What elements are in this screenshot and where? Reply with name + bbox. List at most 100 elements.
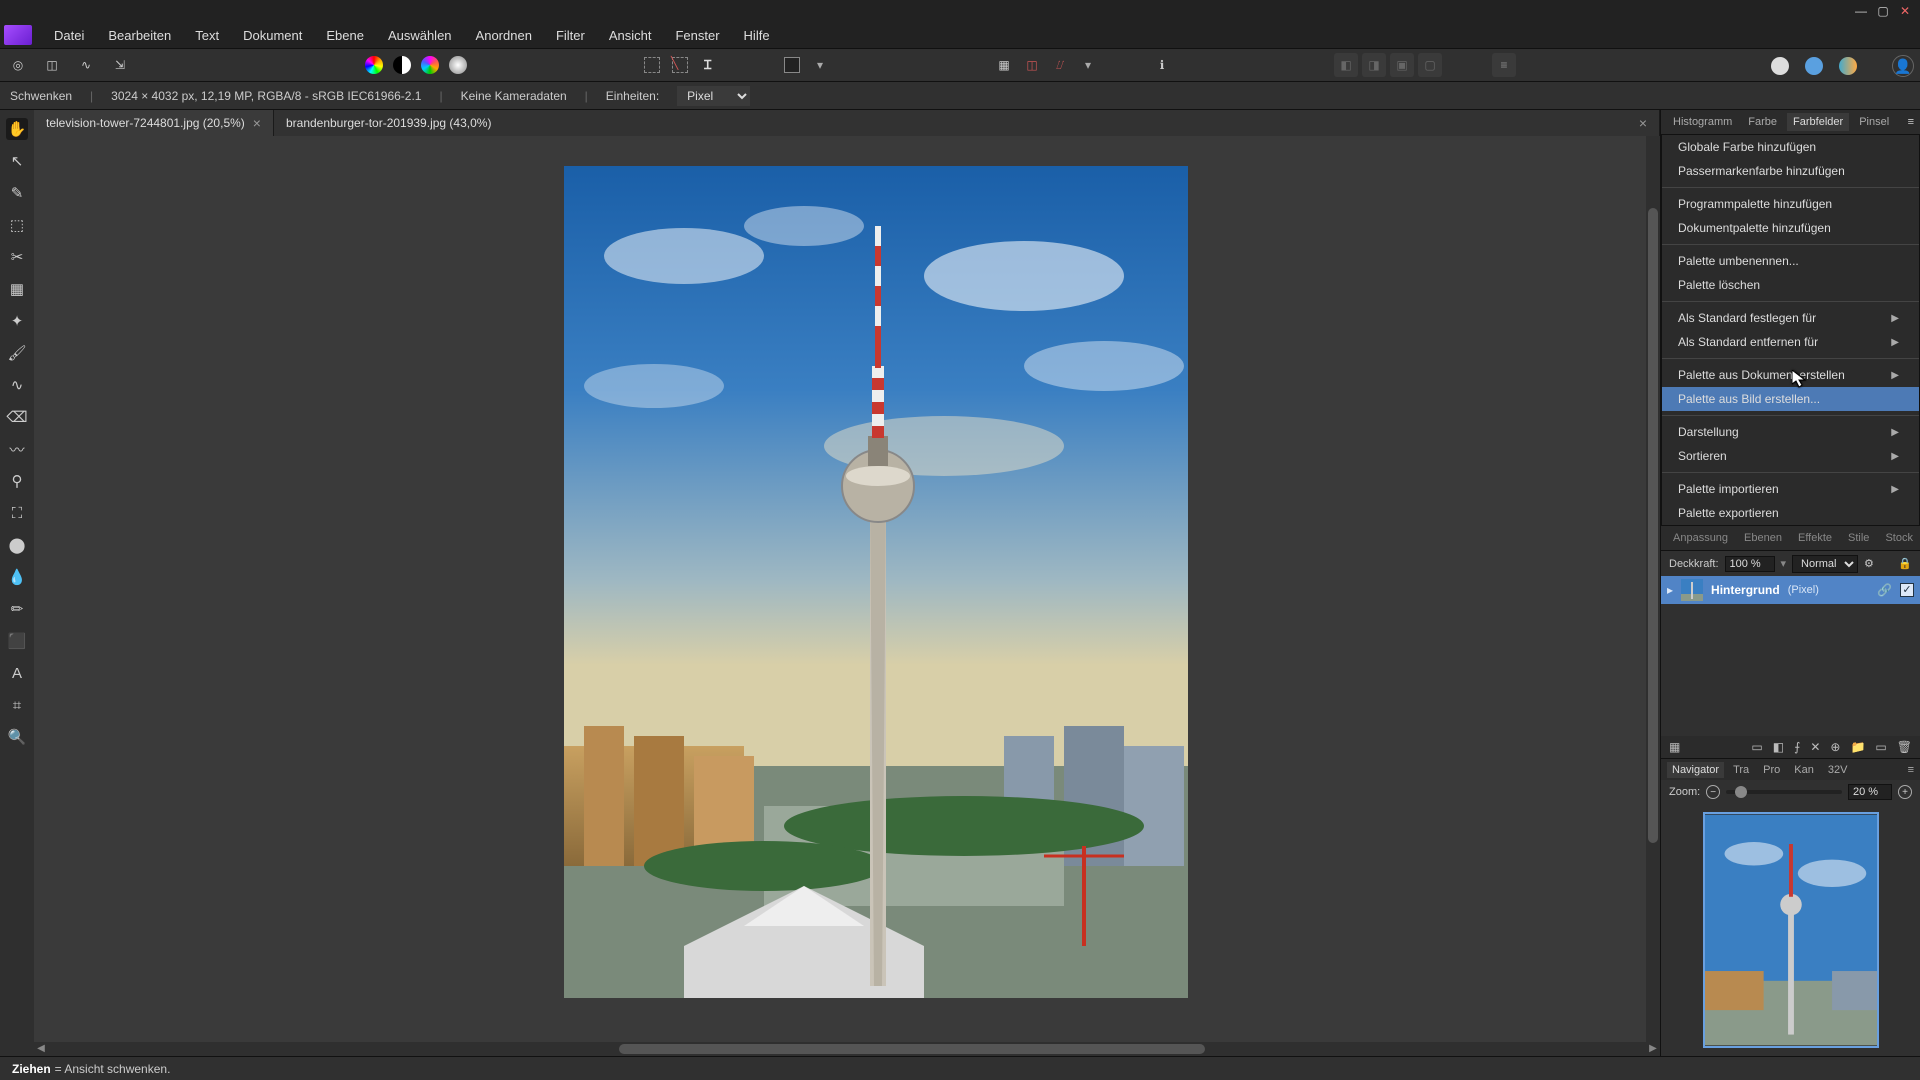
tool-mesh[interactable]: ⌗ [6,694,28,716]
toolbar-target-icon[interactable]: ◎ [6,53,30,77]
toolbar-marquee-icon[interactable] [640,53,664,77]
tool-fill[interactable]: ⬛ [6,630,28,652]
licon-add[interactable]: ⊕ [1830,740,1840,754]
layer-link-icon[interactable]: 🔗 [1877,583,1892,597]
context-menu-item[interactable]: Passermarkenfarbe hinzufügen [1662,159,1919,183]
toolbar-share-icon[interactable]: ⇲ [108,53,132,77]
context-menu-item[interactable]: Globale Farbe hinzufügen [1662,135,1919,159]
context-menu-item[interactable]: Darstellung▶ [1662,420,1919,444]
toolbar-marquee-cross-icon[interactable]: ╲ [668,53,692,77]
ltab-stock[interactable]: Stock [1879,529,1919,547]
context-menu-item[interactable]: Als Standard festlegen für▶ [1662,306,1919,330]
zoom-out-icon[interactable]: − [1706,785,1720,799]
toolbar-bw-icon[interactable] [390,53,414,77]
tool-pen[interactable]: ✎ [6,182,28,204]
context-menu-item[interactable]: Palette importieren▶ [1662,477,1919,501]
tool-smudge[interactable]: ∿ [6,374,28,396]
tool-blur[interactable]: 💧 [6,566,28,588]
window-maximize[interactable]: ▢ [1872,2,1894,20]
context-menu-item[interactable]: Palette umbenennen... [1662,249,1919,273]
menu-text[interactable]: Text [185,25,229,46]
toolbar-align-icon[interactable]: ◫ [1020,53,1044,77]
toolbar-box2-icon[interactable]: ◨ [1362,53,1386,77]
tool-zoom[interactable]: 🔍 [6,726,28,748]
hscroll-right-icon[interactable]: ▶ [1646,1042,1660,1056]
toolbar-box1-icon[interactable]: ◧ [1334,53,1358,77]
toolbar-info-icon[interactable]: ℹ [1150,53,1174,77]
licon-fx[interactable]: ◧ [1773,740,1784,754]
layer-settings-icon[interactable]: ⚙ [1864,557,1874,570]
document-tab-1-close-icon[interactable]: × [1639,115,1647,131]
window-close[interactable]: ✕ [1894,2,1916,20]
persona-develop-icon[interactable] [1836,54,1860,78]
ltab-ebenen[interactable]: Ebenen [1738,529,1788,547]
licon-fn[interactable]: ⨍ [1794,740,1800,754]
document-tab-1[interactable]: brandenburger-tor-201939.jpg (43,0%) × [274,110,1660,136]
toolbar-grid-icon[interactable]: ▦ [992,53,1016,77]
tool-crop[interactable]: ⬚ [6,214,28,236]
context-menu-item[interactable]: Palette aus Dokument erstellen▶ [1662,363,1919,387]
layer-lock-icon[interactable]: 🔒 [1898,557,1912,570]
menu-hilfe[interactable]: Hilfe [734,25,780,46]
opacity-input[interactable] [1725,556,1775,572]
tool-marquee[interactable]: ▦ [6,278,28,300]
tool-shape[interactable]: ⬤ [6,534,28,556]
opacity-dropdown-icon[interactable]: ▾ [1781,557,1787,570]
menu-auswaehlen[interactable]: Auswählen [378,25,462,46]
zoom-in-icon[interactable]: + [1898,785,1912,799]
toolbar-colorwheel-icon[interactable] [362,53,386,77]
nav-menu-icon[interactable]: ≡ [1908,764,1914,776]
toolbar-text-cursor-icon[interactable]: Ꮖ [696,53,720,77]
toolbar-hue-icon[interactable] [418,53,442,77]
context-units-select[interactable]: Pixel [677,86,750,106]
panel-tab-histogramm[interactable]: Histogramm [1667,113,1738,131]
licon-mask[interactable]: ▦ [1669,740,1680,754]
persona-liquify-icon[interactable] [1802,54,1826,78]
nav-tab-tra[interactable]: Tra [1728,762,1754,778]
menu-ebene[interactable]: Ebene [316,25,374,46]
tool-brush[interactable]: 🖌 [6,342,28,364]
nav-tab-pro[interactable]: Pro [1758,762,1785,778]
tool-text[interactable]: A [6,662,28,684]
tool-perspective[interactable]: ⛶ [6,502,28,524]
toolbar-quicklook-icon[interactable] [780,53,804,77]
layer-visible-checkbox[interactable]: ✓ [1900,583,1914,597]
canvas[interactable] [34,136,1660,1042]
layer-expand-icon[interactable]: ▸ [1667,583,1673,597]
vertical-scrollbar[interactable] [1646,136,1660,1042]
tool-dodge[interactable]: 〰 [6,438,28,460]
toolbar-dropdown-icon[interactable]: ▾ [808,53,832,77]
menu-ansicht[interactable]: Ansicht [599,25,662,46]
tool-erase[interactable]: ⌫ [6,406,28,428]
toolbar-cube-icon[interactable]: ◫ [40,53,64,77]
context-menu-item[interactable]: Palette exportieren [1662,501,1919,525]
licon-trash[interactable]: 🗑 [1897,740,1912,754]
tool-pencil[interactable]: ✏ [6,598,28,620]
toolbar-align-center-icon[interactable]: ≡ [1492,53,1516,77]
toolbar-gradient-icon[interactable] [446,53,470,77]
nav-tab-kan[interactable]: Kan [1789,762,1819,778]
context-menu-item[interactable]: Dokumentpalette hinzufügen [1662,216,1919,240]
panel-menu-icon[interactable]: ≡ [1908,116,1914,128]
licon-folder[interactable]: 📁 [1850,740,1865,754]
hscroll-left-icon[interactable]: ◀ [34,1042,48,1056]
persona-photo-icon[interactable] [1768,54,1792,78]
layer-item[interactable]: ▸ Hintergrund (Pixel) 🔗 ✓ [1661,576,1920,604]
blend-mode-select[interactable]: Normal [1792,555,1858,573]
window-minimize[interactable]: — [1850,2,1872,20]
menu-fenster[interactable]: Fenster [665,25,729,46]
context-menu-item[interactable]: Sortieren▶ [1662,444,1919,468]
tool-cut[interactable]: ✂ [6,246,28,268]
toolbar-wave-icon[interactable]: ∿ [74,53,98,77]
document-tab-0-close-icon[interactable]: × [253,115,261,131]
licon-new[interactable]: ▭ [1875,740,1886,754]
panel-tab-farbe[interactable]: Farbe [1742,113,1783,131]
ltab-anpassung[interactable]: Anpassung [1667,529,1734,547]
tool-hand[interactable]: ✋ [6,118,28,140]
toolbar-dropdown2-icon[interactable]: ▾ [1076,53,1100,77]
menu-dokument[interactable]: Dokument [233,25,312,46]
horizontal-scrollbar[interactable]: ◀ ▶ [34,1042,1660,1056]
ltab-effekte[interactable]: Effekte [1792,529,1838,547]
zoom-input[interactable] [1848,784,1892,800]
menu-anordnen[interactable]: Anordnen [466,25,542,46]
